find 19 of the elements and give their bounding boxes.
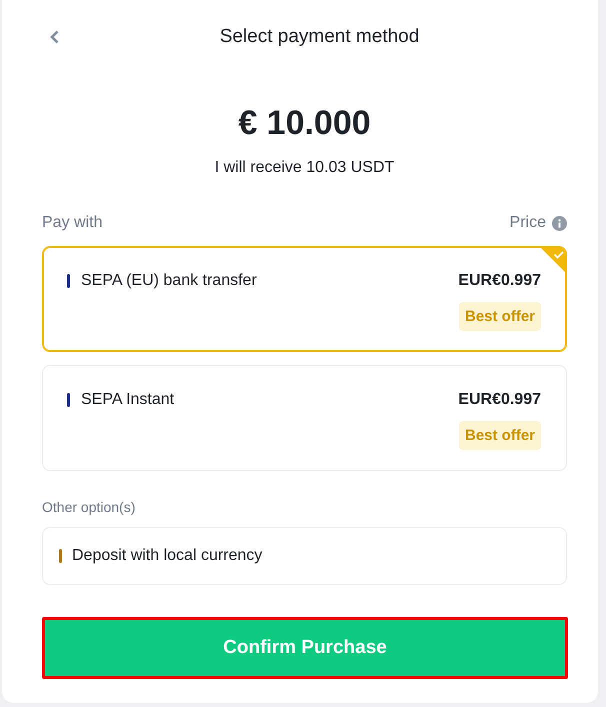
pay-with-label: Pay with — [42, 214, 102, 232]
page-title: Select payment method — [218, 26, 420, 48]
payment-option-card[interactable]: SEPA Instant EUR€0.997 Best offer — [42, 365, 567, 471]
option-name: Deposit with local currency — [72, 547, 262, 565]
best-offer-badge: Best offer — [458, 421, 541, 450]
corner-check-icon — [539, 247, 566, 274]
method-name: SEPA Instant — [81, 391, 174, 409]
payment-option-card[interactable]: SEPA (EU) bank transfer EUR€0.997 Best offer — [42, 246, 567, 352]
price-label: Price — [510, 214, 546, 232]
receive-note: I will receive 10.03 USDT — [214, 158, 396, 178]
method-price: EUR€0.997 — [458, 391, 541, 409]
amount-text: € 10.000 — [237, 103, 372, 143]
other-options-label: Other option(s) — [42, 498, 136, 516]
best-offer-badge: Best offer — [458, 302, 541, 331]
method-price: EUR€0.997 — [458, 272, 541, 290]
other-option-card[interactable]: Deposit with local currency — [42, 527, 567, 585]
chevron-left-icon — [50, 30, 59, 44]
method-name: SEPA (EU) bank transfer — [81, 272, 257, 290]
info-icon[interactable] — [552, 216, 567, 230]
